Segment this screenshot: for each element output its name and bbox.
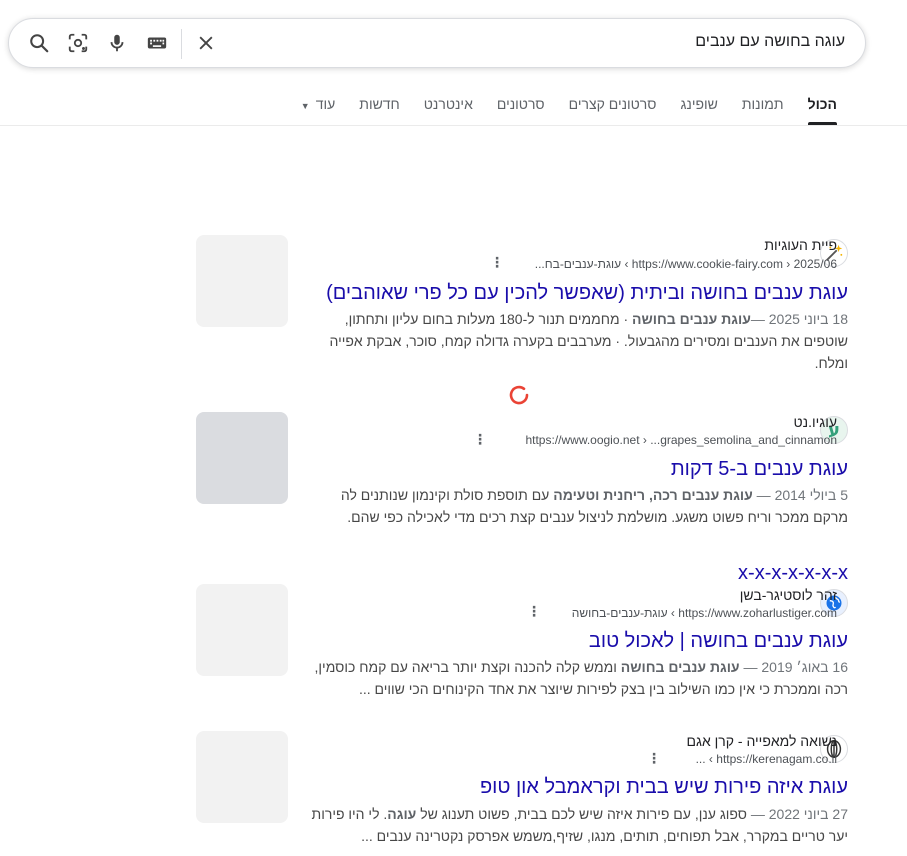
search-query[interactable]: עוגה בחושה עם ענבים: [695, 33, 845, 51]
placeholder-link[interactable]: x-x-x-x-x-x-x: [738, 562, 848, 585]
result-date: 18 ביוני 2025 —: [750, 311, 848, 327]
more-options-icon[interactable]: ⋮: [647, 750, 661, 767]
tab-images[interactable]: תמונות: [730, 96, 796, 126]
tab-all[interactable]: הכול: [796, 96, 849, 126]
search-icon[interactable]: [27, 31, 51, 55]
result-date: 5 ביולי 2014 —: [756, 487, 848, 503]
tab-more[interactable]: עוד ▼: [289, 96, 347, 126]
snippet-highlight: עוגת ענבים בחושה: [632, 311, 751, 327]
result-url[interactable]: https://www.oogio.net › ...grapes_semoli…: [525, 433, 837, 447]
keyboard-icon[interactable]: [145, 31, 169, 55]
result-thumbnail[interactable]: [196, 235, 288, 327]
snippet-highlight: עוגת ענבים בחושה: [620, 659, 740, 675]
more-options-icon[interactable]: ⋮: [490, 254, 504, 271]
tab-label: סרטונים קצרים: [568, 96, 657, 112]
result-url[interactable]: https://kerenagam.co.il › ...: [696, 752, 837, 766]
tab-label: הכול: [807, 96, 837, 112]
clear-icon[interactable]: [194, 31, 218, 55]
result-snippet: 18 ביוני 2025 —עוגת ענבים בחושה · מחממים…: [308, 308, 848, 374]
tab-news[interactable]: חדשות: [347, 96, 412, 126]
tab-label: תמונות: [741, 96, 784, 112]
result-site-name[interactable]: עוגיו.נט: [794, 414, 837, 430]
result-title[interactable]: עוגת איזה פירות שיש בבית וקראמבל און טופ: [480, 776, 848, 799]
result-date: 16 באוג׳ 2019 —: [743, 659, 848, 675]
snippet-text: ספוג ענן, עם פירות איזה שיש לכם בבית, פש…: [416, 806, 751, 822]
search-tabs: הכול תמונות שופינג סרטונים קצרים סרטונים…: [289, 96, 849, 126]
camera-lens-icon[interactable]: [66, 31, 90, 55]
tab-label: אינטרנט: [423, 96, 473, 112]
more-options-icon[interactable]: ⋮: [473, 431, 487, 448]
tab-videos[interactable]: סרטונים: [485, 96, 557, 126]
result-site-name[interactable]: זהר לוסטיגר-בשן: [740, 587, 837, 603]
mic-icon[interactable]: [105, 31, 129, 55]
result-date: 27 ביוני 2022 —: [750, 806, 848, 822]
result-url[interactable]: https://www.zoharlustiger.com › עוגת-ענב…: [572, 606, 837, 620]
result-title[interactable]: עוגת ענבים בחושה | לאכול טוב: [589, 630, 848, 653]
search-box[interactable]: עוגה בחושה עם ענבים: [8, 18, 866, 68]
snippet-highlight: עוגה: [387, 806, 417, 822]
tab-label: חדשות: [359, 96, 400, 112]
tab-label: עוד: [315, 96, 336, 112]
more-options-icon[interactable]: ⋮: [527, 603, 541, 620]
result-url[interactable]: https://www.cookie-fairy.com › 2025/06 ›…: [535, 257, 837, 271]
result-thumbnail[interactable]: [196, 584, 288, 676]
result-thumbnail[interactable]: [196, 731, 288, 823]
loading-spinner-icon: [509, 385, 529, 405]
result-snippet: 27 ביוני 2022 — ספוג ענן, עם פירות איזה …: [308, 803, 848, 847]
tab-label: סרטונים: [496, 96, 545, 112]
tabs-divider: [0, 125, 907, 126]
result-site-name[interactable]: פיית העוגיות: [764, 237, 837, 253]
caret-down-icon: ▼: [300, 101, 310, 111]
snippet-highlight: עוגת ענבים רכה, ריחנית וטעימה: [553, 487, 753, 503]
tab-label: שופינג: [680, 96, 718, 112]
tab-shopping[interactable]: שופינג: [668, 96, 729, 126]
result-title[interactable]: עוגת ענבים ב-5 דקות: [671, 458, 848, 481]
tab-web[interactable]: אינטרנט: [412, 96, 485, 126]
result-snippet: 16 באוג׳ 2019 — עוגת ענבים בחושה וממש קל…: [308, 656, 848, 700]
search-divider: [181, 29, 182, 59]
result-title[interactable]: עוגת ענבים בחושה וביתית (שאפשר להכין עם …: [326, 282, 848, 305]
tab-short-videos[interactable]: סרטונים קצרים: [557, 96, 669, 126]
result-snippet: 5 ביולי 2014 — עוגת ענבים רכה, ריחנית וט…: [308, 484, 848, 528]
result-site-name[interactable]: נשואה למאפייה - קרן אגם: [687, 733, 837, 749]
result-thumbnail[interactable]: [196, 412, 288, 504]
